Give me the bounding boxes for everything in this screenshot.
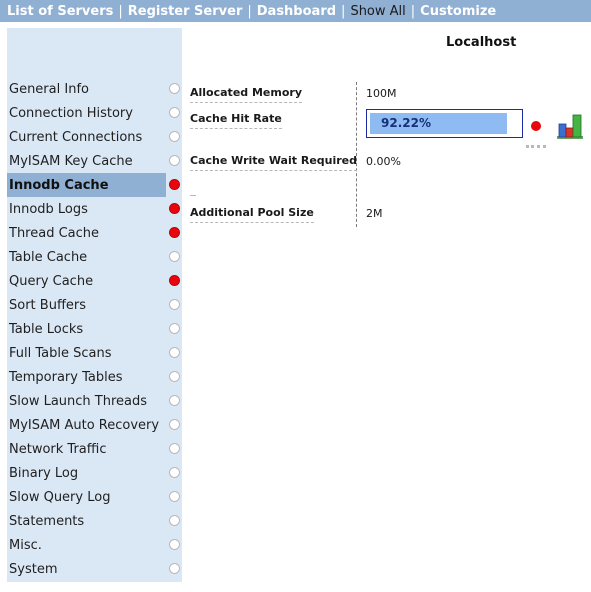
sidebar-item-temporary-tables[interactable]: Temporary Tables <box>7 365 182 389</box>
nav-dashboard[interactable]: Dashboard <box>257 4 336 19</box>
alert-status-icon <box>531 121 541 131</box>
sidebar-item-current-connections[interactable]: Current Connections <box>7 125 182 149</box>
cache-hit-rate-label: Cache Hit Rate <box>190 112 282 129</box>
status-dot-icon <box>169 347 180 358</box>
sidebar-item-innodb-cache[interactable]: Innodb Cache <box>7 173 182 197</box>
nav-customize[interactable]: Customize <box>420 4 496 19</box>
sidebar-item-myisam-key-cache[interactable]: MyISAM Key Cache <box>7 149 182 173</box>
nav-show-all[interactable]: Show All <box>350 4 405 19</box>
sidebar-item-label: Thread Cache <box>9 225 100 241</box>
status-dot-icon <box>169 131 180 142</box>
sidebar-item-table-cache[interactable]: Table Cache <box>7 245 182 269</box>
cache-hit-rate-value: 92.22% <box>381 116 431 130</box>
sidebar-item-slow-query-log[interactable]: Slow Query Log <box>7 485 182 509</box>
sidebar-item-label: Temporary Tables <box>9 369 123 385</box>
sidebar-item-label: Binary Log <box>9 465 79 481</box>
nav-separator: | <box>341 3 346 19</box>
sidebar-item-connection-history[interactable]: Connection History <box>7 101 182 125</box>
alert-status-icon <box>169 227 180 238</box>
status-dot-icon <box>169 563 180 574</box>
status-dot-icon <box>169 323 180 334</box>
sidebar-item-label: MyISAM Key Cache <box>9 153 133 169</box>
status-dot-icon <box>169 299 180 310</box>
sidebar-item-label: System <box>9 561 58 577</box>
sidebar-item-label: Table Cache <box>9 249 88 265</box>
sidebar-item-label: Connection History <box>9 105 133 121</box>
status-dot-icon <box>169 467 180 478</box>
sidebar: General Info Connection History Current … <box>7 28 182 582</box>
sidebar-item-full-table-scans[interactable]: Full Table Scans <box>7 341 182 365</box>
alert-status-icon <box>169 275 180 286</box>
sidebar-item-label: General Info <box>9 81 89 97</box>
status-dot-icon <box>169 251 180 262</box>
sidebar-item-label: Statements <box>9 513 85 529</box>
sidebar-item-label: Innodb Logs <box>9 201 88 217</box>
sidebar-item-label: Query Cache <box>9 273 94 289</box>
alert-status-icon <box>169 203 180 214</box>
sidebar-item-myisam-auto-recovery[interactable]: MyISAM Auto Recovery <box>7 413 182 437</box>
sidebar-item-network-traffic[interactable]: Network Traffic <box>7 437 182 461</box>
nav-separator: | <box>410 3 416 19</box>
status-dot-icon <box>169 395 180 406</box>
status-dot-icon <box>169 515 180 526</box>
sidebar-item-label: Slow Launch Threads <box>9 393 148 409</box>
sidebar-item-binary-log[interactable]: Binary Log <box>7 461 182 485</box>
status-dot-icon <box>169 83 180 94</box>
nav-separator: | <box>118 3 123 19</box>
sidebar-item-query-cache[interactable]: Query Cache <box>7 269 182 293</box>
status-dot-icon <box>169 443 180 454</box>
sidebar-item-statements[interactable]: Statements <box>7 509 182 533</box>
sidebar-item-label: Current Connections <box>9 129 143 145</box>
status-dot-icon <box>169 155 180 166</box>
status-dot-icon <box>169 539 180 550</box>
sidebar-item-label: Slow Query Log <box>9 489 111 505</box>
cache-write-wait-label: Cache Write Wait Required <box>190 154 358 171</box>
sidebar-item-misc[interactable]: Misc. <box>7 533 182 557</box>
allocated-memory-value: 100M <box>366 87 397 100</box>
nav-separator: | <box>247 3 252 19</box>
page-title: Localhost <box>446 35 517 50</box>
sidebar-item-label: Misc. <box>9 537 42 553</box>
sidebar-item-label: Sort Buffers <box>9 297 87 313</box>
sidebar-item-label: MyISAM Auto Recovery <box>9 417 160 433</box>
sidebar-item-label: Table Locks <box>9 321 84 337</box>
sidebar-item-thread-cache[interactable]: Thread Cache <box>7 221 182 245</box>
nav-register-server[interactable]: Register Server <box>128 4 243 19</box>
status-dot-icon <box>169 371 180 382</box>
alert-status-icon <box>169 179 180 190</box>
sidebar-item-slow-launch-threads[interactable]: Slow Launch Threads <box>7 389 182 413</box>
status-dot-icon <box>169 491 180 502</box>
allocated-memory-label: Allocated Memory <box>190 86 302 103</box>
sidebar-item-label: Network Traffic <box>9 441 107 457</box>
sidebar-item-innodb-logs[interactable]: Innodb Logs <box>7 197 182 221</box>
additional-pool-size-label: Additional Pool Size <box>190 206 314 223</box>
bar-chart-icon[interactable] <box>556 110 584 140</box>
sidebar-item-system[interactable]: System <box>7 557 182 581</box>
status-dot-icon <box>169 419 180 430</box>
top-navigation: List of Servers | Register Server | Dash… <box>0 0 591 22</box>
sidebar-item-sort-buffers[interactable]: Sort Buffers <box>7 293 182 317</box>
sidebar-item-label: Full Table Scans <box>9 345 112 361</box>
status-dot-icon <box>169 107 180 118</box>
cache-write-wait-value: 0.00% <box>366 155 401 168</box>
sidebar-item-general-info[interactable]: General Info <box>7 77 182 101</box>
sidebar-item-label: Innodb Cache <box>9 177 109 193</box>
dotted-divider <box>526 145 546 148</box>
additional-pool-size-value: 2M <box>366 207 383 220</box>
cache-hit-rate-bar: 92.22% <box>366 109 523 138</box>
empty-label-underline <box>190 195 196 196</box>
sidebar-item-table-locks[interactable]: Table Locks <box>7 317 182 341</box>
nav-list-of-servers[interactable]: List of Servers <box>7 4 113 19</box>
